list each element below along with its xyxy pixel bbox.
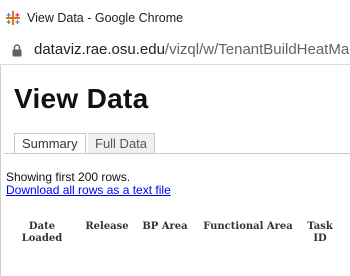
toolbar-divider: [0, 64, 350, 65]
url-path: /vizql/w/TenantBuildHeatMap-D: [164, 41, 350, 58]
content-edge: [0, 65, 1, 276]
url-text[interactable]: dataviz.rae.osu.edu/vizql/w/TenantBuildH…: [34, 41, 350, 58]
lock-icon[interactable]: [12, 44, 22, 57]
header-line: Date: [28, 221, 56, 232]
column-header-functional-area[interactable]: Functional Area: [200, 221, 296, 233]
header-line: Functional Area: [203, 221, 293, 232]
header-line: ID: [313, 233, 327, 244]
column-header-bp-area[interactable]: BP Area: [140, 221, 190, 233]
window-title: View Data - Google Chrome: [27, 11, 184, 25]
column-header-task-id[interactable]: Task ID: [300, 221, 340, 245]
window-titlebar: View Data - Google Chrome: [0, 0, 350, 38]
tab-full-data[interactable]: Full Data: [88, 133, 156, 154]
page-title: View Data: [14, 83, 149, 114]
column-header-date-loaded[interactable]: Date Loaded: [20, 221, 64, 245]
tab-summary[interactable]: Summary: [14, 133, 86, 154]
tab-divider: [4, 153, 350, 154]
header-line: Task: [307, 221, 333, 232]
address-bar[interactable]: dataviz.rae.osu.edu/vizql/w/TenantBuildH…: [0, 38, 350, 64]
header-line: BP Area: [142, 221, 188, 232]
url-host: dataviz.rae.osu.edu: [34, 41, 165, 58]
header-line: Loaded: [21, 233, 63, 244]
tableau-app-icon: [6, 11, 20, 25]
header-line: Release: [85, 221, 129, 232]
download-all-rows-link[interactable]: Download all rows as a text file: [6, 183, 171, 197]
column-header-release[interactable]: Release: [84, 221, 130, 233]
row-count-note: Showing first 200 rows.: [6, 170, 131, 184]
